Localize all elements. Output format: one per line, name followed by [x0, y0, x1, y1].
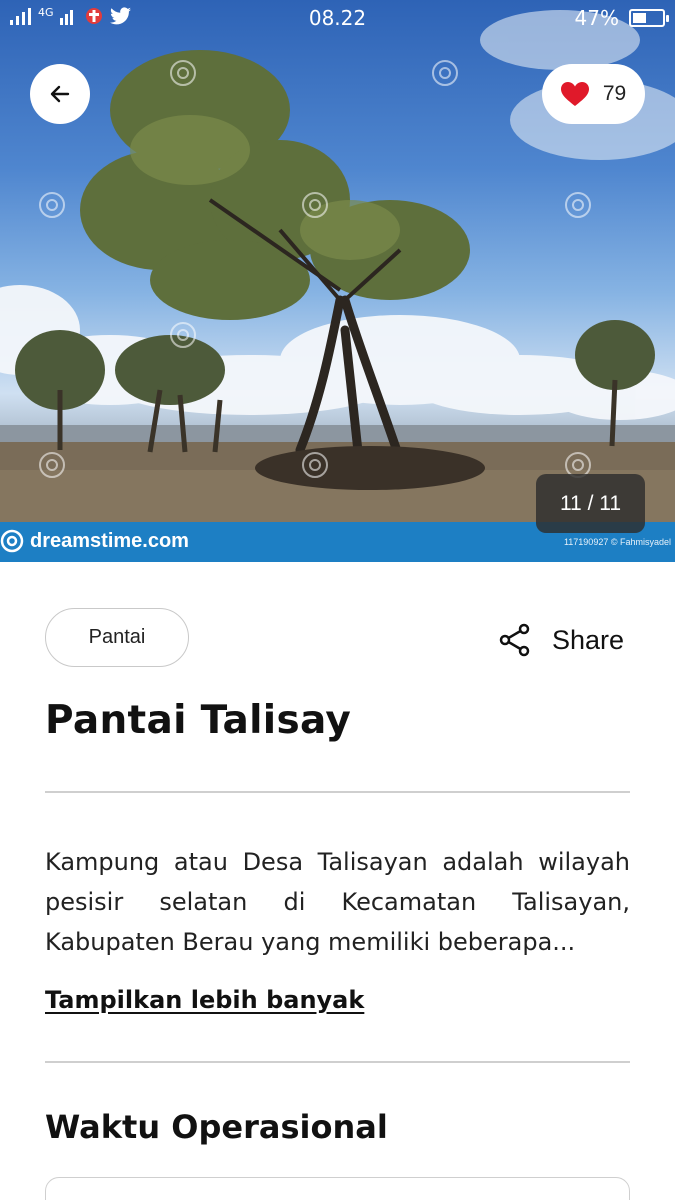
share-button[interactable]: Share	[498, 620, 624, 660]
dreamstime-logo-icon	[0, 529, 24, 553]
image-counter: 11 / 11	[536, 474, 645, 533]
share-icon	[499, 623, 530, 657]
operational-hours-heading: Waktu Operasional	[45, 1108, 388, 1146]
share-label: Share	[552, 624, 625, 655]
battery-percent: 47%	[574, 6, 619, 30]
divider	[45, 791, 630, 793]
battery-icon	[629, 9, 669, 27]
status-bar: 4G 08.22 47%	[0, 0, 675, 36]
operational-hours-card[interactable]	[45, 1177, 630, 1200]
divider	[45, 1061, 630, 1063]
place-description: Kampung atau Desa Talisayan adalah wilay…	[45, 848, 630, 956]
status-icons-right: 47%	[574, 6, 669, 30]
watermark-logo: dreamstime.com	[0, 529, 189, 553]
like-button[interactable]: 79	[542, 64, 645, 124]
heart-icon	[560, 81, 589, 106]
page-title: Pantai Talisay	[45, 698, 352, 743]
like-count: 79	[602, 82, 627, 105]
battery-fill	[633, 13, 646, 23]
watermark-id: 117190927 © Fahmisyadel	[563, 537, 671, 547]
show-more-link[interactable]: Tampilkan lebih banyak	[45, 986, 364, 1014]
category-chip[interactable]: Pantai	[45, 608, 189, 667]
back-button[interactable]	[30, 64, 90, 124]
watermark-text: dreamstime.com	[30, 529, 189, 552]
arrow-left-icon	[50, 85, 70, 103]
